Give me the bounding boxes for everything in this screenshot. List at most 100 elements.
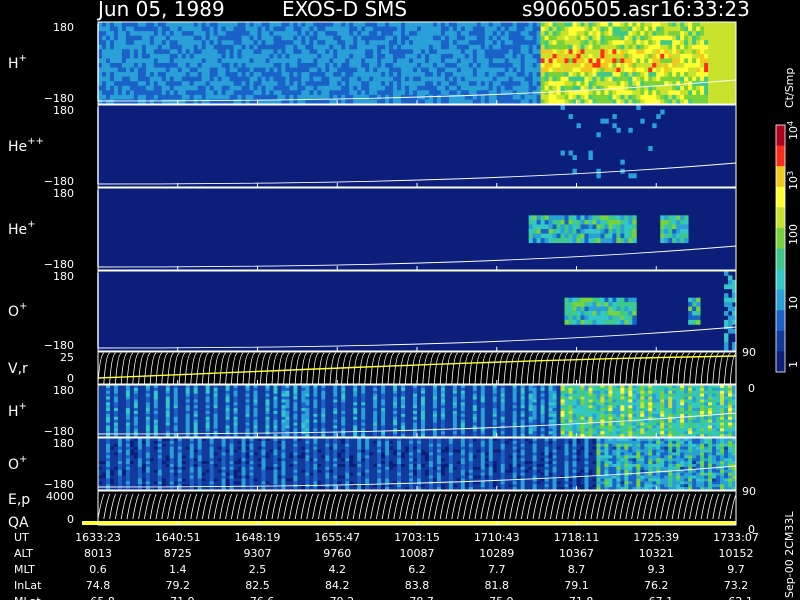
cell-inlat: 83.8 (405, 579, 430, 592)
cell-inlat: 79.2 (166, 579, 191, 592)
y-tick-top: 180 (53, 437, 74, 450)
cell-alt: 10321 (639, 547, 674, 560)
colorbar-segment (776, 227, 785, 249)
cell-inlat: 76.2 (644, 579, 669, 592)
cell-ut: 1718:11 (554, 531, 600, 544)
colorbar-segment (776, 351, 785, 373)
title-date: Jun 05, 1989 (96, 0, 225, 21)
cell-ut: 1710:43 (474, 531, 520, 544)
right-tick-top: 90 (742, 346, 756, 359)
cell-mlt: 8.7 (568, 563, 586, 576)
panel-ep: 40000900E,pQA (8, 485, 756, 536)
cell-mlt: 9.3 (648, 563, 666, 576)
colorbar-unit: Ct/Smp (783, 68, 796, 108)
cell-mlat: −71.9 (161, 595, 195, 600)
label-h-plus-2: H+ (8, 401, 27, 420)
title-file: s9060505.asr (522, 0, 660, 21)
cell-mlt: 2.5 (249, 563, 267, 576)
panel-he-plusplus: 180−180He++ (8, 104, 737, 188)
cell-mlt: 1.4 (169, 563, 187, 576)
panel-stack: 180−180H+180−180He++180−180He+180−180O+2… (8, 21, 756, 536)
right-tick-top: 90 (742, 485, 756, 498)
colorbar-tick: 104 (786, 121, 800, 140)
cell-ut: 1648:19 (235, 531, 281, 544)
cell-mlt: 6.2 (408, 563, 426, 576)
cell-alt: 9760 (323, 547, 351, 560)
cell-alt: 10367 (559, 547, 594, 560)
y-tick-top: 180 (53, 270, 74, 283)
colorbar-segment (776, 125, 785, 147)
cell-inlat: 81.8 (485, 579, 510, 592)
title-time: 16:33:23 (660, 0, 750, 21)
row-label-mlt: MLT (14, 563, 35, 576)
panel-h-plus: 180−180H+ (8, 21, 737, 105)
spectrogram-figure: Jun 05, 1989 EXOS-D SMS s9060505.asr 16:… (8, 0, 800, 600)
cell-alt: 9307 (244, 547, 272, 560)
panel-plot-area (98, 105, 736, 187)
cell-inlat: 84.2 (325, 579, 350, 592)
row-label-mlat: MLat (14, 595, 41, 600)
cell-alt: 8725 (164, 547, 192, 560)
cell-alt: 10152 (719, 547, 754, 560)
colorbar-tick: 1 (787, 361, 800, 368)
panel-plot-area (98, 188, 736, 270)
label-qa: QA (8, 515, 29, 531)
colorbar-tick: 10 (787, 296, 800, 310)
panel-he-plus: 180−180He+ (8, 187, 737, 271)
colorbar-segment (776, 289, 785, 311)
label-he-plus: He+ (8, 219, 36, 238)
y-tick-top: 4000 (46, 490, 74, 503)
label-o-plus: O+ (8, 301, 27, 320)
cell-ut: 1725:39 (633, 531, 679, 544)
colorbar-segment (776, 330, 785, 352)
panel-o-plus-2: 180−180O+ (8, 437, 737, 491)
cell-mlt: 7.7 (488, 563, 506, 576)
cell-mlat: −78.7 (400, 595, 434, 600)
colorbar-segment (776, 166, 785, 188)
row-label-alt: ALT (14, 547, 33, 560)
panel-o-plus: 180−180O+ (8, 270, 737, 352)
colorbar-segment (776, 145, 785, 167)
cell-ut: 1655:47 (314, 531, 360, 544)
stamp: Sep-00 2CM33L (783, 511, 796, 598)
cell-mlat: −71.8 (560, 595, 594, 600)
cell-inlat: 73.2 (724, 579, 749, 592)
colorbar-segment (776, 269, 785, 291)
colorbar-segment (776, 248, 785, 270)
cell-ut: 1733:07 (713, 531, 759, 544)
cell-inlat: 82.5 (245, 579, 270, 592)
cell-inlat: 79.1 (564, 579, 589, 592)
y-tick-top: 180 (53, 104, 74, 117)
cell-alt: 10289 (479, 547, 514, 560)
colorbar-segment (776, 310, 785, 332)
qa-bar (82, 521, 736, 525)
y-tick-top: 180 (53, 21, 74, 34)
label-h-plus: H+ (8, 53, 27, 72)
cell-mlat: −62.1 (719, 595, 753, 600)
cell-mlat: −65.8 (81, 595, 115, 600)
label-ep: E,p (8, 492, 30, 508)
label-vr: V,r (8, 361, 28, 377)
title-instrument: EXOS-D SMS (282, 0, 407, 21)
colorbar-segment (776, 207, 785, 229)
colorbar-tick: 100 (787, 224, 800, 245)
label-o-plus-2: O+ (8, 454, 27, 473)
cell-ut: 1633:23 (75, 531, 121, 544)
row-label-inlat: InLat (14, 579, 42, 592)
label-he-plusplus: He++ (8, 136, 44, 155)
colorbar: Ct/Smp 1 10 100 103 104 (775, 68, 800, 373)
row-label-ut: UT (14, 531, 29, 544)
y-tick-bottom: 0 (67, 513, 74, 526)
panel-plot-area (98, 271, 736, 351)
cell-inlat: 74.8 (86, 579, 111, 592)
colorbar-segment (776, 186, 785, 208)
cell-mlt: 4.2 (329, 563, 347, 576)
cell-alt: 10087 (400, 547, 435, 560)
cell-ut: 1640:51 (155, 531, 201, 544)
cell-mlat: −67.1 (639, 595, 673, 600)
cell-ut: 1703:15 (394, 531, 440, 544)
cell-mlat: −76.6 (241, 595, 275, 600)
panel-h-plus-2: 180−180H+ (8, 384, 737, 438)
y-tick-top: 180 (53, 384, 74, 397)
y-tick-top: 25 (60, 351, 74, 364)
